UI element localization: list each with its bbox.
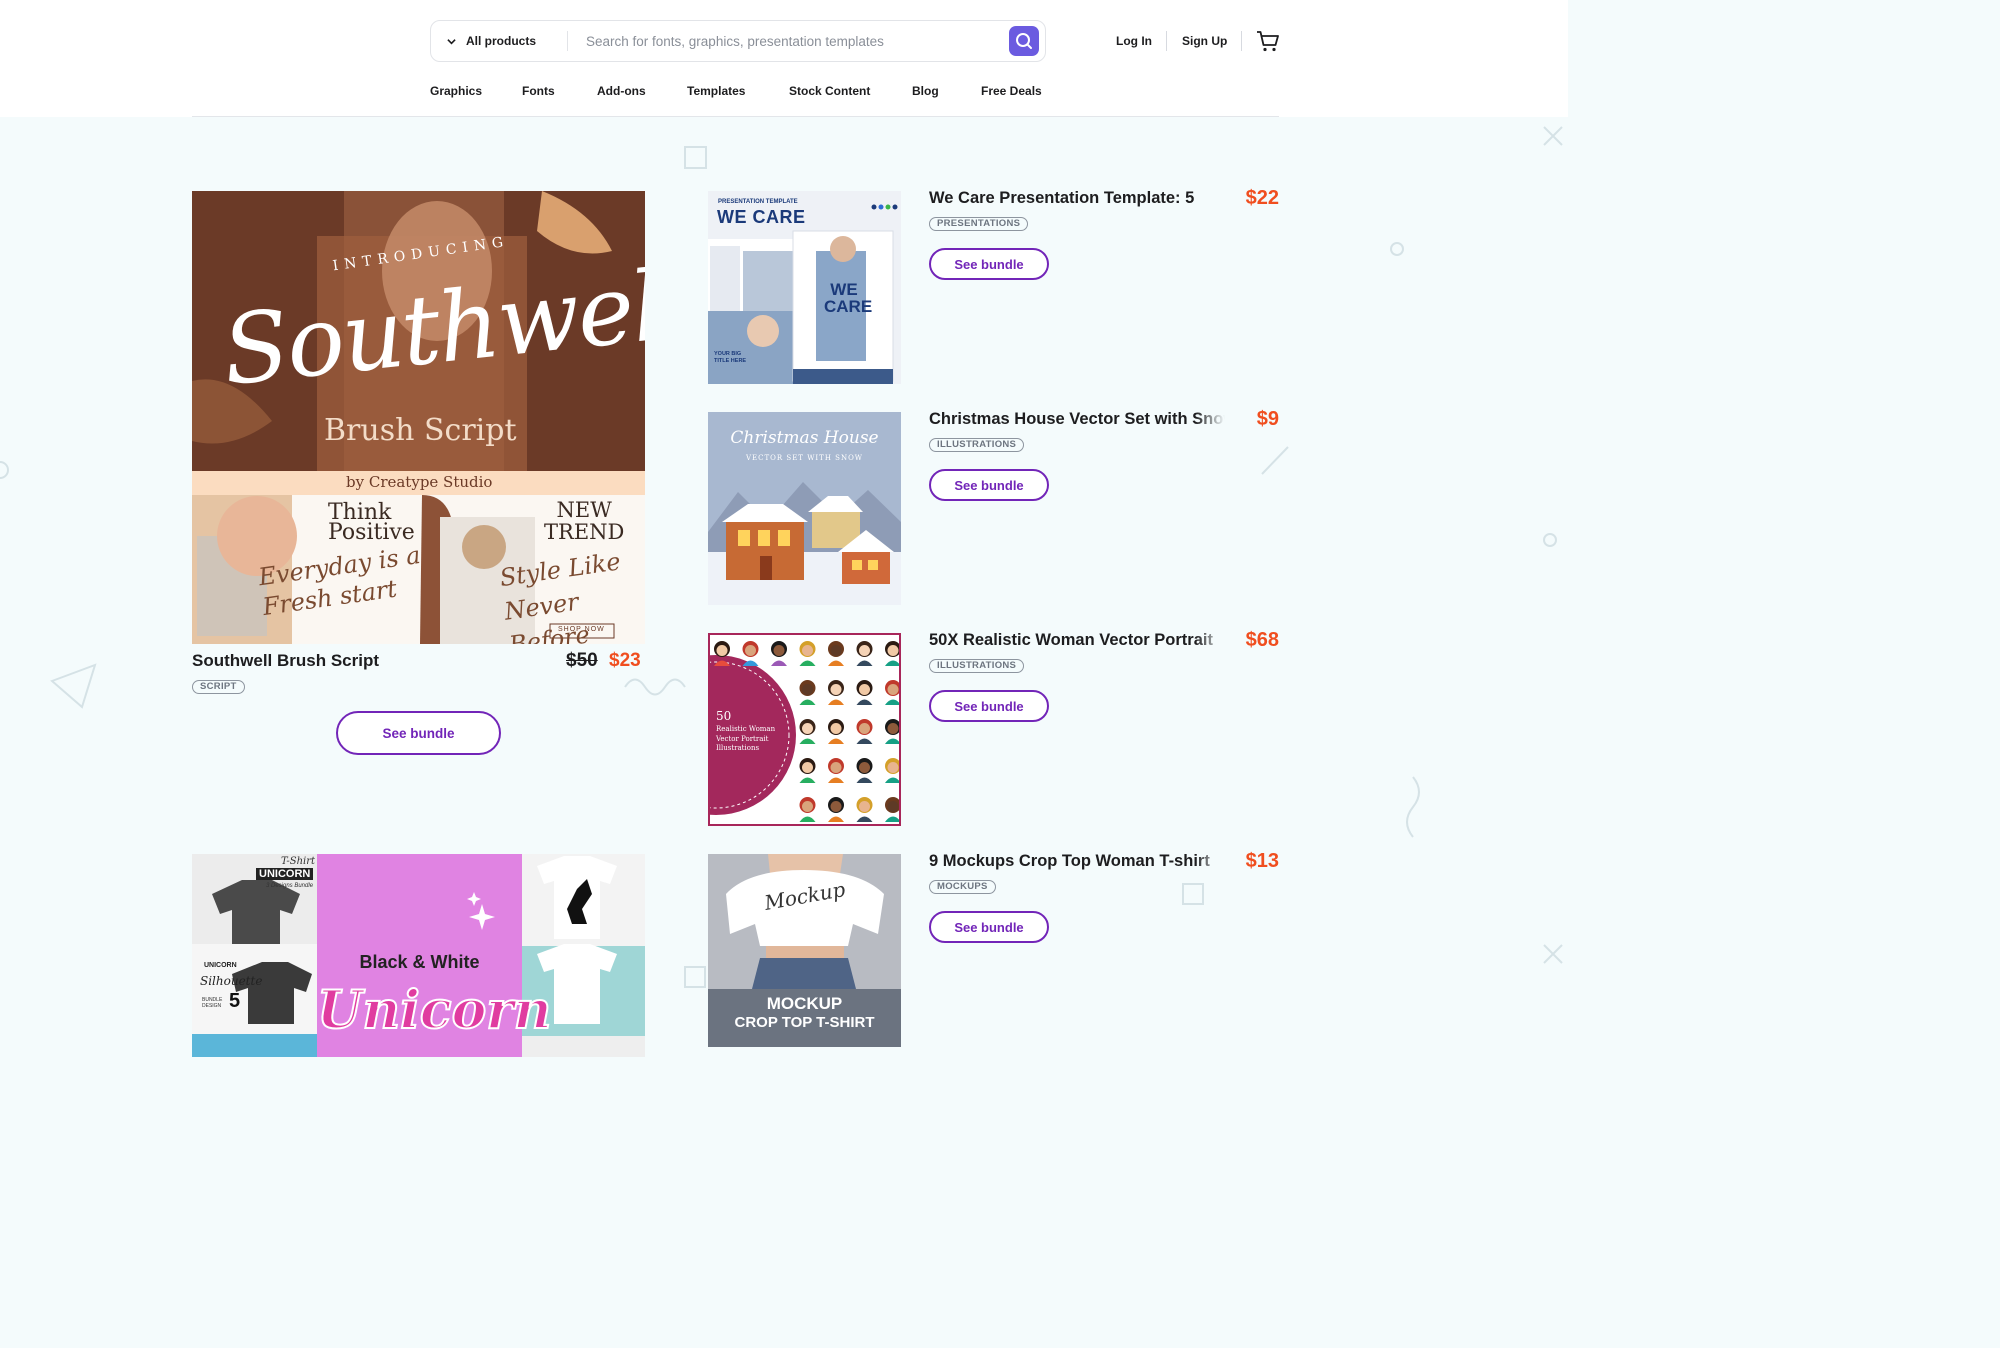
item-2-title[interactable]: Christmas House Vector Set with Snow	[929, 410, 1225, 429]
collage-five-label: 5	[229, 990, 241, 1012]
item-3-price: $68	[1245, 629, 1279, 651]
cart-icon[interactable]	[1256, 30, 1280, 52]
item-1-category-tag[interactable]: PRESENTATIONS	[929, 217, 1029, 231]
item-1-thumbnail[interactable]: PRESENTATION TEMPLATE WE CARE WE CARE YOU…	[708, 191, 901, 384]
header-divider	[192, 116, 1279, 117]
trend-word: TREND	[544, 520, 625, 544]
realistic-woman-line: Realistic Woman	[716, 725, 776, 733]
care-word: CARE	[824, 297, 873, 316]
search-bar: All products	[430, 20, 1046, 62]
featured-by-text: by Creatype Studio	[346, 473, 493, 491]
never-phrase: Never Before	[502, 587, 592, 644]
item-3-title[interactable]: 50X Realistic Woman Vector Portrait	[929, 631, 1225, 650]
featured-shop-text: SHOP NOW	[558, 626, 605, 633]
item-3-thumb-text: Realistic Woman Vector Portrait Illustrati…	[716, 725, 775, 754]
nav-free-deals[interactable]: Free Deals	[981, 82, 1042, 100]
featured-price: $23	[609, 650, 641, 671]
item-4-see-bundle-button[interactable]: See bundle	[929, 911, 1049, 943]
item-1-thumb-bottom-text: YOUR BIG TITLE HERE	[714, 351, 747, 364]
item-2-see-bundle-button[interactable]: See bundle	[929, 469, 1049, 501]
item-1-price: $22	[1245, 187, 1279, 209]
item-4-title[interactable]: 9 Mockups Crop Top Woman T-shirt	[929, 852, 1225, 871]
nav-add-ons[interactable]: Add-ons	[597, 82, 646, 100]
featured-sub-text: Brush Script	[324, 413, 517, 448]
item-2-thumbnail[interactable]: Christmas House VECTOR SET WITH SNOW	[708, 412, 901, 605]
item-3-see-bundle-button[interactable]: See bundle	[929, 690, 1049, 722]
featured-trend-text: NEW TREND	[544, 499, 624, 543]
nav-templates[interactable]: Templates	[687, 82, 745, 100]
featured-product-title[interactable]: Southwell Brush Script	[192, 651, 379, 671]
illustrations-line: Illustrations	[716, 744, 760, 752]
auth-divider	[1166, 31, 1167, 51]
vector-portrait-line: Vector Portrait	[716, 734, 769, 743]
item-2-thumb-subtitle: VECTOR SET WITH SNOW	[745, 454, 864, 462]
cart-divider	[1241, 31, 1242, 51]
item-1-see-bundle-button[interactable]: See bundle	[929, 248, 1049, 280]
site-header: All products Log In Sign Up Graphics Fon…	[0, 0, 1568, 117]
collage-unicorn-title: Unicorn	[316, 979, 552, 1042]
item-2-category-tag[interactable]: ILLUSTRATIONS	[929, 438, 1025, 452]
nav-stock-content[interactable]: Stock Content	[789, 82, 870, 100]
item-1-thumb-side-title: WE CARE	[824, 281, 872, 315]
nav-blog[interactable]: Blog	[912, 82, 939, 100]
signup-link[interactable]: Sign Up	[1182, 31, 1227, 51]
item-3-thumbnail[interactable]: 50 Realistic Woman Vector Portrait Illustr…	[708, 633, 901, 826]
collage-tshirt-label: T-Shirt	[281, 856, 316, 867]
category-select[interactable]: All products	[431, 21, 567, 61]
category-select-label: All products	[466, 34, 537, 48]
item-1-title[interactable]: We Care Presentation Template: 5	[929, 189, 1225, 208]
collage-unicorn-label: UNICORN	[256, 868, 314, 880]
item-4-price: $13	[1245, 850, 1279, 872]
item-3-category-tag[interactable]: ILLUSTRATIONS	[929, 659, 1025, 673]
collage-bw-title: Black & White	[359, 952, 480, 972]
nav-graphics[interactable]: Graphics	[430, 82, 482, 100]
featured-category-tag[interactable]: SCRIPT	[192, 680, 245, 694]
featured-think-text: Think Positive	[328, 502, 415, 544]
search-input[interactable]	[568, 21, 1009, 61]
item-3-thumb-number: 50	[716, 709, 732, 723]
item-4-category-tag[interactable]: MOCKUPS	[929, 880, 996, 894]
featured-see-bundle-button[interactable]: See bundle	[336, 711, 501, 755]
search-icon	[1016, 33, 1032, 49]
item-1-thumb-small-text: PRESENTATION TEMPLATE	[718, 199, 798, 205]
item-2-price: $9	[1256, 408, 1279, 430]
item-1-thumb-title: WE CARE	[717, 207, 806, 227]
item-4-thumb-subtitle: CROP TOP T-SHIRT	[734, 1014, 875, 1031]
item-4-thumb-title: MOCKUP	[766, 994, 843, 1013]
collage-designs-label: 3 Designs Bundle	[266, 883, 314, 889]
nav-fonts[interactable]: Fonts	[522, 82, 555, 100]
featured-old-price: $50	[566, 650, 598, 671]
collage-silhouette-a: UNICORN	[204, 962, 237, 969]
featured-product-image[interactable]: INTRODUCING Southwell Brush Script by Cr…	[192, 191, 645, 644]
chevron-down-icon	[447, 38, 456, 44]
login-link[interactable]: Log In	[1116, 31, 1152, 51]
item-2-thumb-title: Christmas House	[730, 428, 879, 448]
unicorn-bundle-image[interactable]: T-Shirt UNICORN 3 Designs Bundle UNICORN…	[192, 854, 645, 1057]
item-4-thumbnail[interactable]: Mockup MOCKUP CROP TOP T-SHIRT	[708, 854, 901, 1047]
collage-bundle-label: BUNDLE DESIGN	[202, 997, 223, 1009]
collage-silhouette-b: Silhouette	[200, 974, 263, 988]
search-button[interactable]	[1009, 26, 1039, 56]
new-word: NEW	[556, 498, 612, 522]
